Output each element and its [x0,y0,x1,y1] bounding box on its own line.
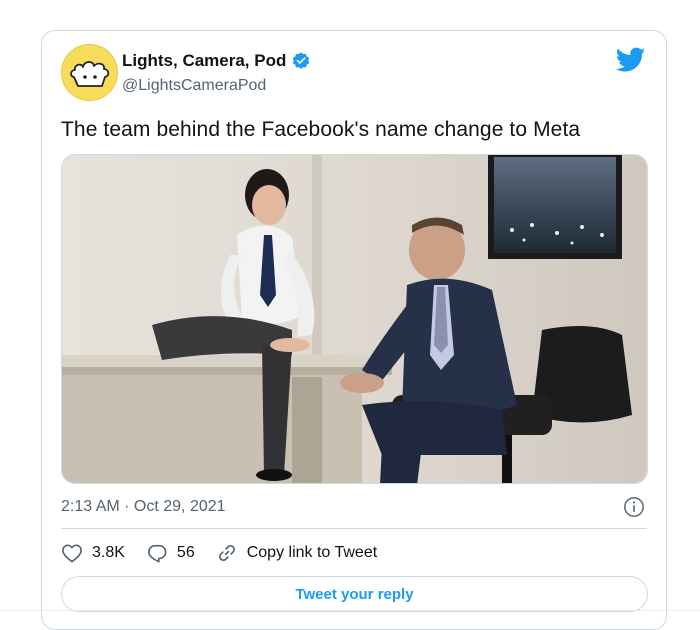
tweet-text: The team behind the Facebook's name chan… [61,118,581,141]
avatar[interactable] [61,44,118,101]
reply-count: 56 [176,544,195,561]
like-count: 3.8K [92,544,125,561]
copy-link-label: Copy link to Tweet [246,544,378,561]
handle[interactable]: @LightsCameraPod [122,77,266,95]
verified-badge-icon [293,52,310,69]
reply-button[interactable]: 56 [146,543,195,563]
heart-icon [62,544,82,563]
photo-illustration [62,155,647,483]
copy-link-button[interactable]: Copy link to Tweet [216,542,377,564]
info-icon[interactable] [623,496,645,518]
divider [61,528,647,529]
popcorn-logo [69,60,109,87]
like-button[interactable]: 3.8K [61,543,125,563]
display-name[interactable]: Lights, Camera, Pod [122,51,286,71]
tweet-your-reply-button[interactable]: Tweet your reply [61,576,648,612]
speech-bubble-icon [147,544,167,563]
action-bar: 3.8K 56 Copy link to Tweet [61,541,398,565]
tweet-card: Lights, Camera, Pod @LightsCameraPod The… [41,30,667,630]
tweet-photo[interactable] [61,154,648,484]
page-divider [0,610,700,611]
twitter-bird-icon[interactable] [616,47,646,73]
link-icon [218,545,235,561]
tweet-timestamp[interactable]: 2:13 AM · Oct 29, 2021 [61,498,226,516]
